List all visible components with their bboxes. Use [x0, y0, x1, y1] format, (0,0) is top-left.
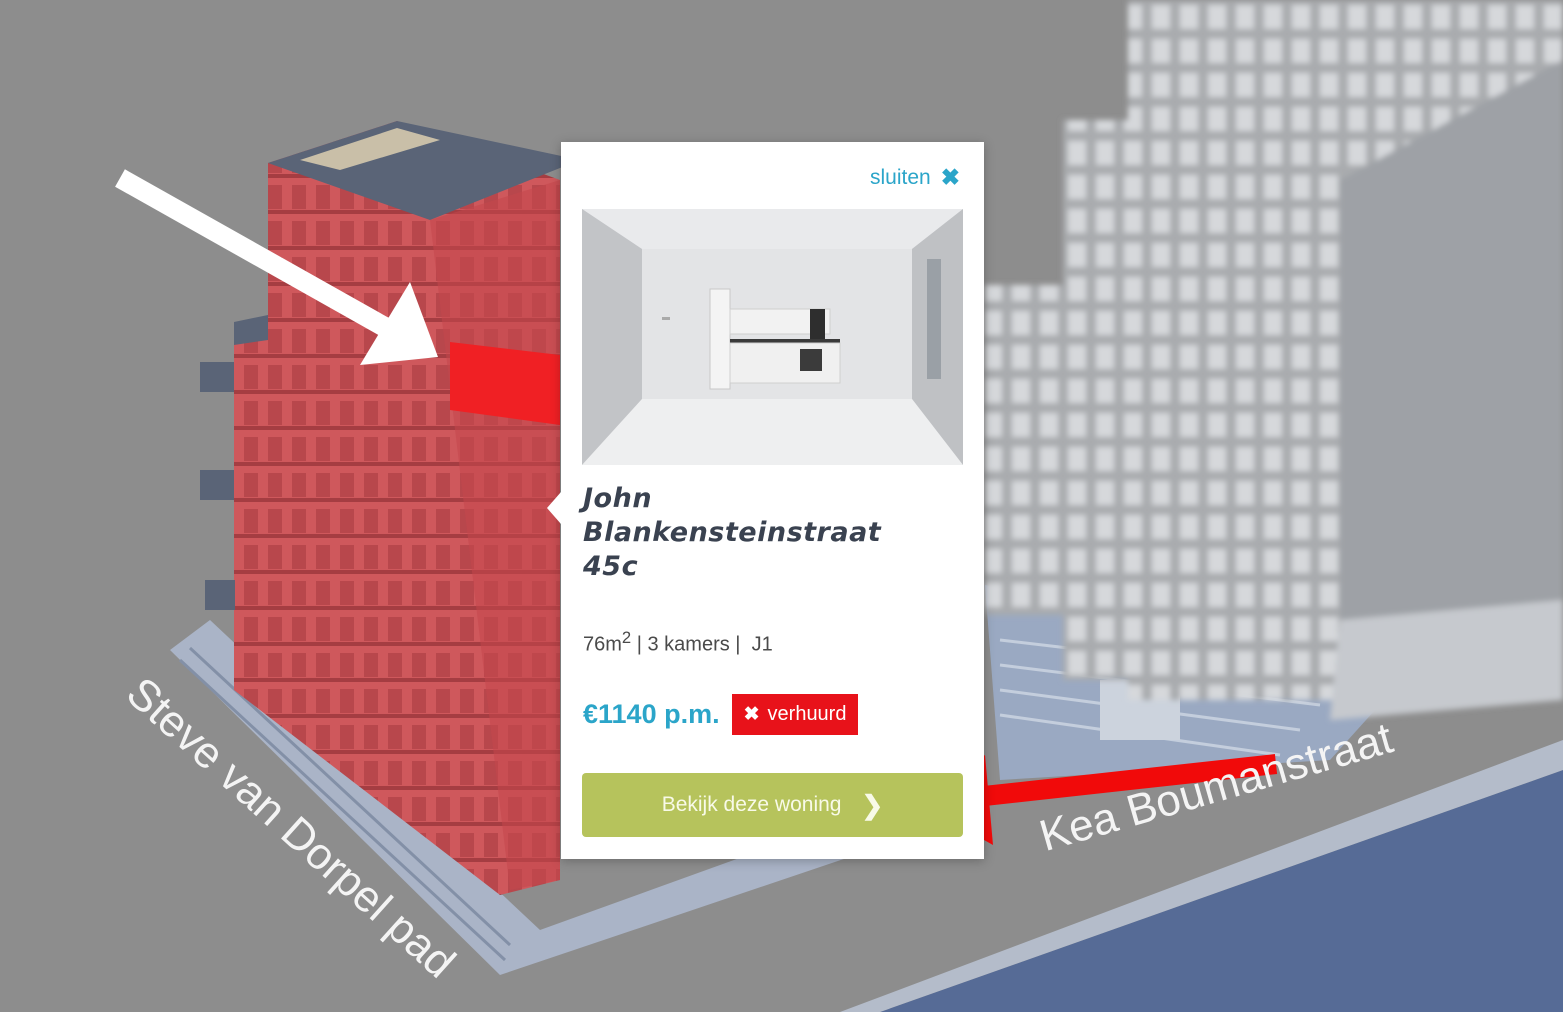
close-button[interactable]: sluiten ✖	[870, 164, 960, 191]
apartment-specs: 76m2 | 3 kamers | J1	[583, 628, 773, 657]
title-line-3: 45c	[583, 551, 639, 582]
title-line-2: Blankensteinstraat	[583, 517, 882, 548]
apartment-title: John Blankensteinstraat 45c	[583, 482, 963, 584]
status-badge: ✖ verhuurd	[731, 694, 859, 735]
view-apartment-button[interactable]: Bekijk deze woning ❯	[582, 773, 963, 837]
apartment-photo	[582, 209, 963, 465]
view-apartment-label: Bekijk deze woning	[661, 793, 842, 816]
price-row: €1140 p.m. ✖ verhuurd	[583, 694, 859, 735]
specs-details: | 3 kamers | J1	[631, 633, 773, 656]
specs-area-unit: 2	[621, 628, 632, 647]
close-label: sluiten	[870, 165, 931, 189]
close-icon: ✖	[940, 164, 960, 190]
popup-pointer	[547, 492, 561, 524]
title-line-1: John	[583, 483, 653, 514]
chevron-right-icon: ❯	[861, 790, 884, 820]
status-label: verhuurd	[767, 703, 847, 725]
apartment-popup: sluiten ✖ John Blankensteinstraat 45c 76…	[547, 142, 984, 859]
specs-area: 76m	[583, 633, 622, 656]
price: €1140 p.m.	[583, 699, 720, 729]
close-x-icon: ✖	[743, 704, 760, 725]
